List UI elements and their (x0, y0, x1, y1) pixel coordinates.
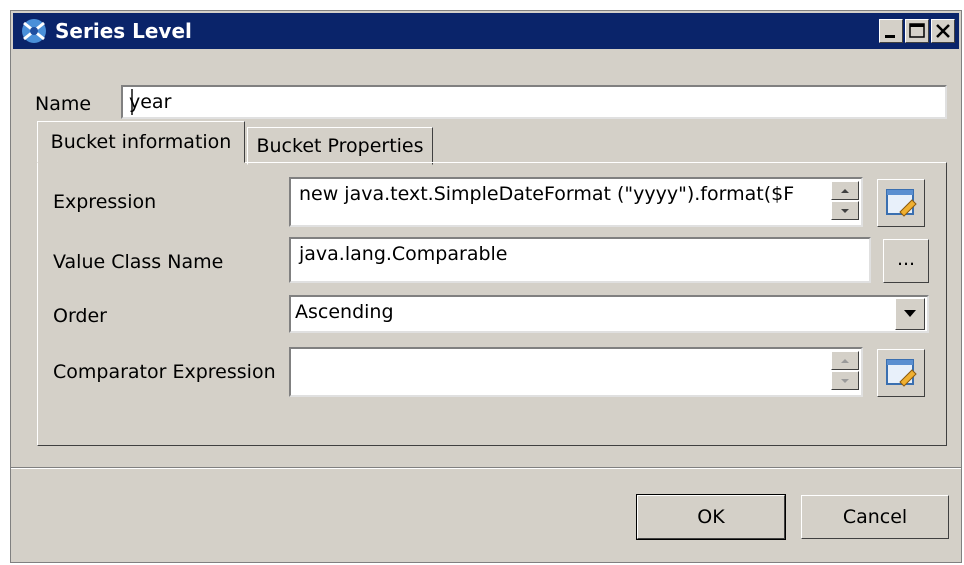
cancel-label: Cancel (842, 506, 908, 528)
close-icon (936, 24, 950, 38)
comparator-spinner[interactable] (831, 351, 861, 391)
spin-up-button[interactable] (831, 351, 859, 370)
expression-field[interactable]: new java.text.SimpleDateFormat ("yyyy").… (289, 177, 863, 227)
expression-editor-button[interactable] (877, 179, 925, 227)
value-class-label: Value Class Name (53, 251, 224, 273)
maximize-icon (909, 23, 925, 38)
tab-label: Bucket information (50, 131, 232, 153)
chevron-down-icon (841, 379, 849, 383)
comparator-field[interactable] (289, 347, 863, 397)
minimize-icon (885, 35, 895, 38)
expression-editor-icon (886, 359, 917, 387)
app-icon (22, 19, 46, 43)
spin-down-button[interactable] (831, 371, 859, 390)
order-dropdown-button[interactable] (895, 298, 925, 330)
name-value: year (129, 91, 172, 113)
maximize-button[interactable] (905, 19, 929, 43)
order-value: Ascending (295, 301, 394, 323)
ellipsis-label: ... (896, 248, 916, 270)
text-caret (131, 89, 133, 115)
spin-down-button[interactable] (831, 201, 859, 220)
minimize-button[interactable] (879, 19, 903, 43)
expression-value: new java.text.SimpleDateFormat ("yyyy").… (299, 183, 795, 205)
expression-editor-icon (886, 189, 917, 217)
name-label: Name (35, 93, 92, 115)
ok-label: OK (697, 506, 725, 528)
spin-up-button[interactable] (831, 181, 859, 200)
window-title: Series Level (55, 19, 192, 43)
series-level-dialog: Series Level Name year Bucket informatio… (10, 10, 962, 563)
separator (11, 467, 961, 469)
value-class-field[interactable]: java.lang.Comparable (289, 237, 871, 283)
expression-spinner[interactable] (831, 181, 861, 221)
tab-label: Bucket Properties (256, 135, 424, 157)
chevron-up-icon (841, 189, 849, 193)
chevron-down-icon (841, 209, 849, 213)
value-class-value: java.lang.Comparable (299, 243, 508, 265)
comparator-label: Comparator Expression (53, 361, 276, 383)
title-bar[interactable]: Series Level (13, 13, 959, 49)
ok-button[interactable]: OK (636, 494, 786, 540)
order-label: Order (53, 305, 107, 327)
order-select[interactable]: Ascending (289, 295, 929, 333)
cancel-button[interactable]: Cancel (801, 495, 949, 539)
browse-class-button[interactable]: ... (883, 239, 929, 283)
name-input[interactable]: year (121, 85, 947, 119)
close-button[interactable] (931, 19, 955, 43)
expression-label: Expression (53, 191, 157, 213)
tab-bucket-properties[interactable]: Bucket Properties (247, 127, 433, 165)
comparator-editor-button[interactable] (877, 349, 925, 397)
tab-bucket-information[interactable]: Bucket information (37, 121, 245, 163)
chevron-down-icon (904, 310, 916, 317)
chevron-up-icon (841, 359, 849, 363)
